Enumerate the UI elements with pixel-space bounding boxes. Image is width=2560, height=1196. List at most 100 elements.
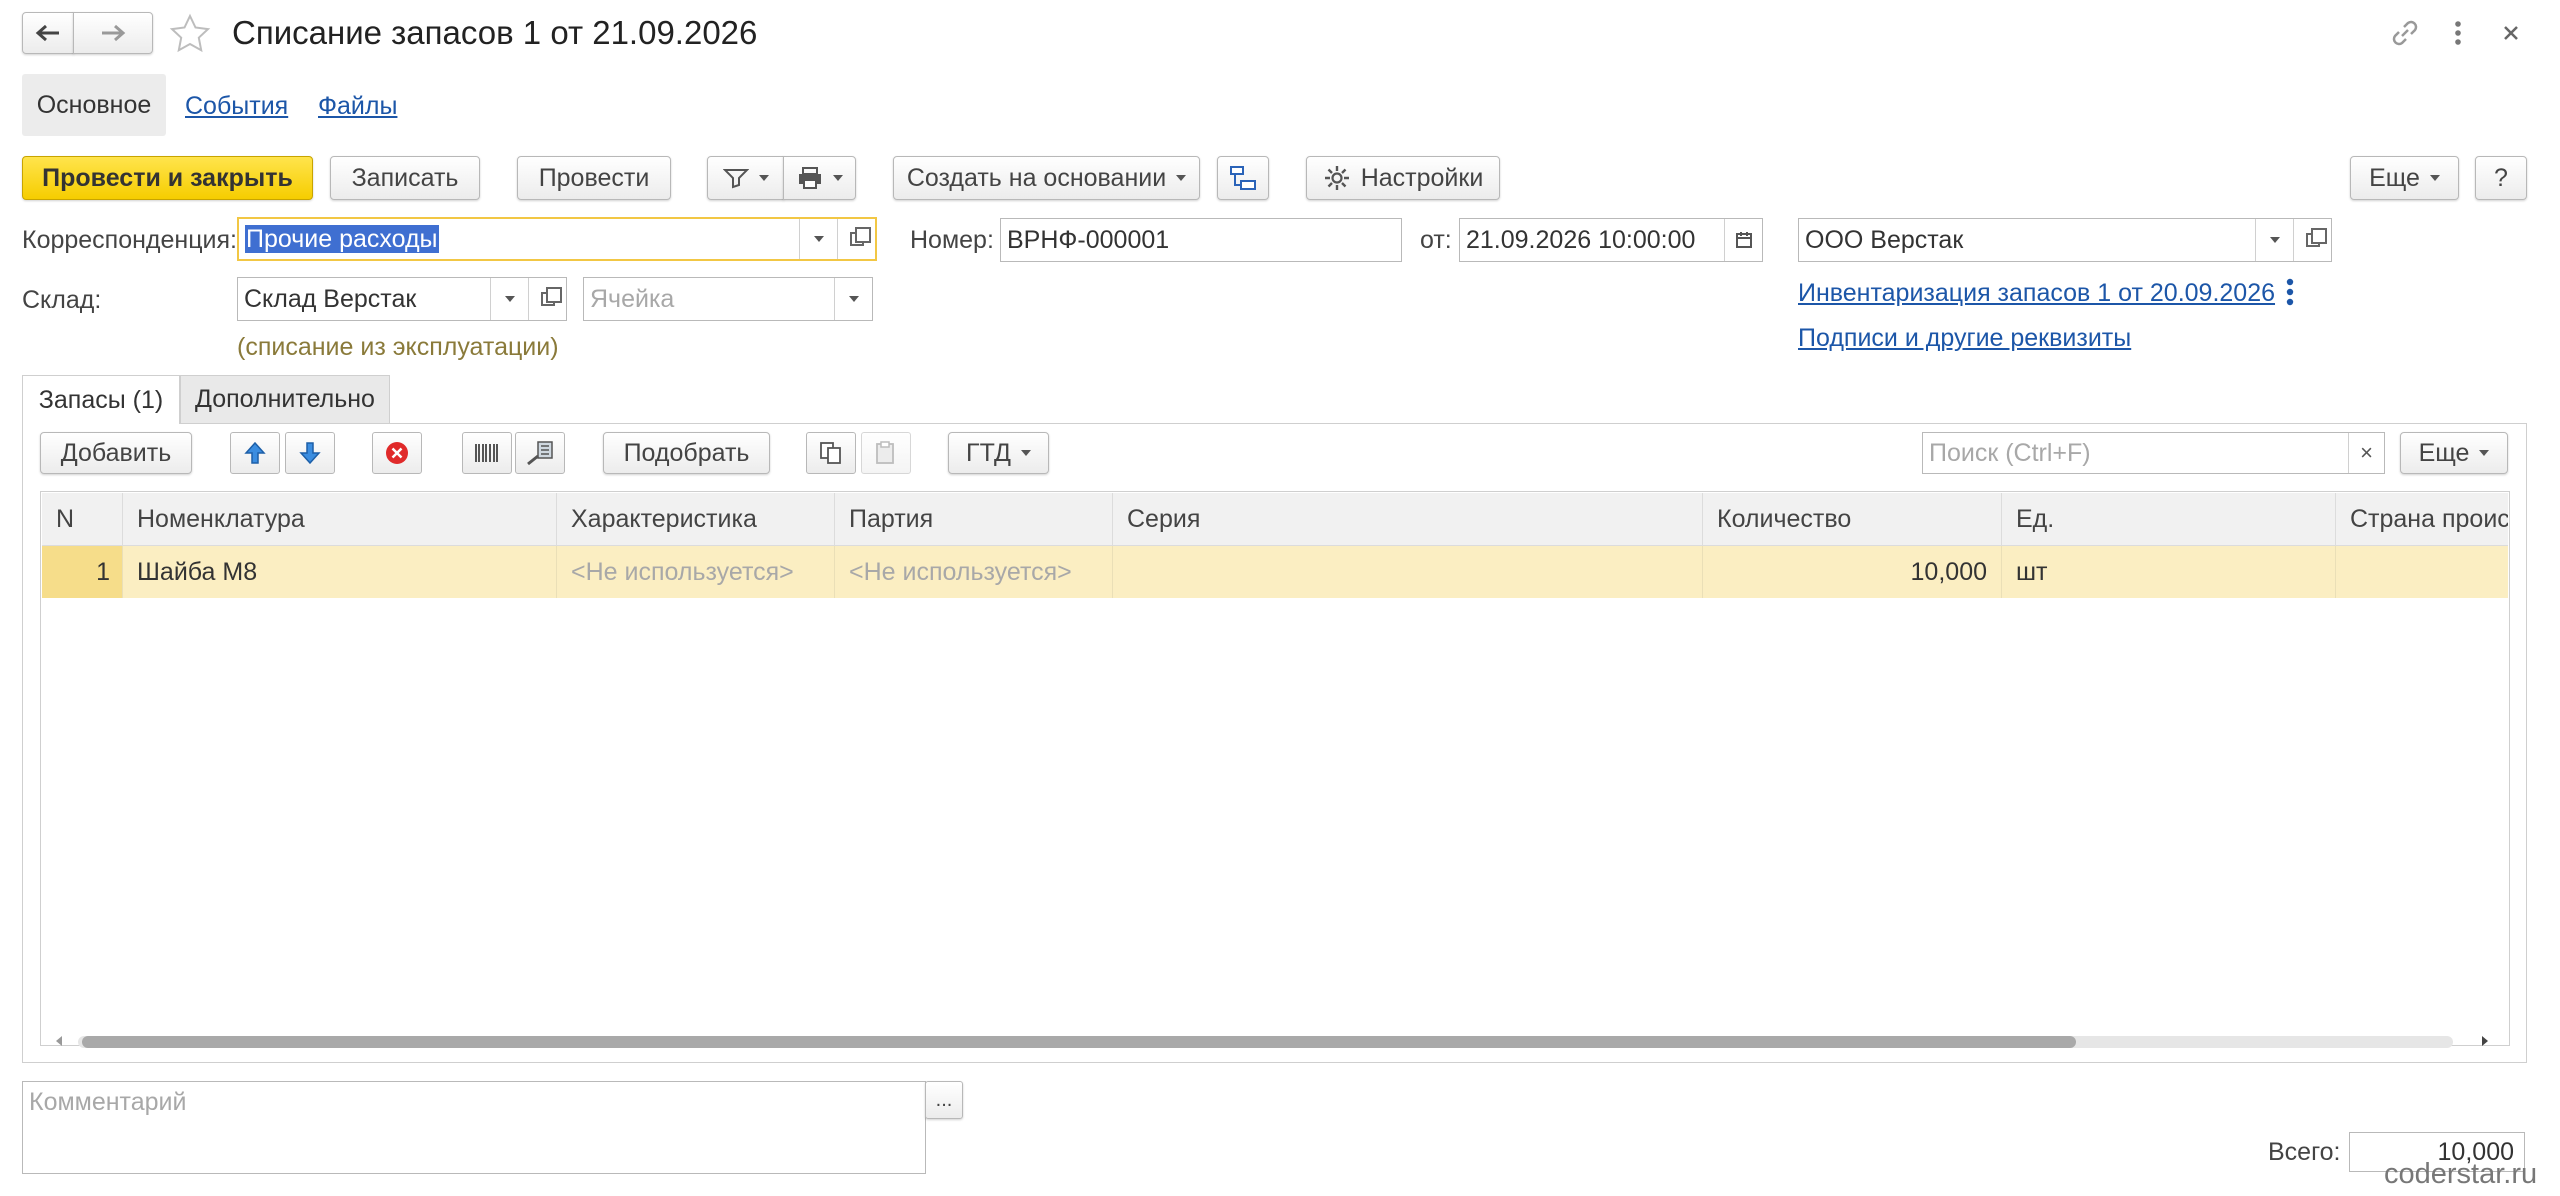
forward-button[interactable] [73, 12, 153, 54]
cell-quantity[interactable]: 10,000 [1703, 546, 2002, 598]
tab-additional-label: Дополнительно [195, 385, 375, 413]
settings-label: Настройки [1360, 163, 1484, 192]
warehouse-field[interactable]: Склад Верстак [237, 277, 567, 321]
open-icon [540, 287, 562, 306]
paste-icon [876, 441, 894, 464]
barcode-icon [475, 444, 498, 462]
ellipsis-label: ... [935, 1088, 953, 1111]
cell-placeholder: Ячейка [590, 284, 675, 313]
paste-button[interactable] [861, 432, 911, 474]
col-header-nomenclature[interactable]: Номенклатура [123, 493, 557, 546]
pick-button[interactable]: Подобрать [603, 432, 770, 474]
search-clear-button[interactable]: × [2348, 433, 2384, 473]
arrow-down-icon [299, 442, 321, 465]
col-header-unit[interactable]: Ед. [2002, 493, 2336, 546]
comment-expand-button[interactable]: ... [925, 1081, 963, 1119]
table-header: N Номенклатура Характеристика Партия Сер… [42, 493, 2508, 546]
comment-field[interactable]: Комментарий [22, 1081, 926, 1174]
table-more-button[interactable]: Еще [2400, 432, 2508, 474]
help-button[interactable]: ? [2475, 156, 2527, 200]
cell-nomenclature[interactable]: Шайба М8 [123, 546, 557, 598]
favorite-star-icon[interactable] [168, 12, 212, 56]
scroll-left-icon[interactable] [54, 1035, 64, 1047]
tab-stock[interactable]: Запасы (1) [22, 375, 180, 424]
cell-series[interactable] [1113, 546, 1703, 598]
col-header-series[interactable]: Серия [1113, 493, 1703, 546]
kebab-menu-icon[interactable] [2280, 276, 2300, 310]
correspondence-dropdown[interactable] [799, 219, 837, 259]
printer-icon [798, 167, 821, 189]
inventory-link[interactable]: Инвентаризация запасов 1 от 20.09.2026 [1798, 279, 2275, 308]
calendar-button[interactable] [1724, 219, 1762, 261]
tab-main[interactable]: Основное [22, 74, 166, 136]
gear-icon [1324, 166, 1349, 190]
delete-row-button[interactable] [372, 432, 422, 474]
organization-dropdown[interactable] [2255, 219, 2293, 261]
print-dropdown-button[interactable] [783, 156, 856, 200]
correspondence-field[interactable]: Прочие расходы [237, 217, 877, 261]
calendar-icon [1735, 232, 1752, 248]
close-icon: × [2360, 440, 2373, 465]
date-field[interactable]: 21.09.2026 10:00:00 [1459, 218, 1763, 262]
cell-characteristic[interactable]: <Не используется> [557, 546, 835, 598]
pick-label: Подобрать [623, 438, 750, 467]
save-button[interactable]: Записать [330, 156, 480, 200]
help-label: ? [2494, 163, 2508, 192]
scroll-right-icon[interactable] [2480, 1035, 2490, 1047]
chevron-down-icon [1176, 175, 1187, 181]
table-row[interactable]: 1 Шайба М8 <Не используется> <Не использ… [42, 546, 2508, 598]
cell-unit[interactable]: шт [2002, 546, 2336, 598]
search-input[interactable]: Поиск (Ctrl+F) × [1922, 432, 2385, 474]
open-icon [2305, 228, 2327, 247]
arrow-left-icon [35, 24, 59, 42]
create-based-on-button[interactable]: Создать на основании [893, 156, 1200, 200]
post-button[interactable]: Провести [517, 156, 671, 200]
col-header-country[interactable]: Страна происх [2336, 493, 2508, 546]
organization-open[interactable] [2293, 219, 2331, 261]
add-label: Добавить [60, 438, 172, 467]
move-down-button[interactable] [285, 432, 335, 474]
kebab-menu-icon[interactable] [2448, 16, 2468, 50]
gtd-dropdown-button[interactable]: ГТД [948, 432, 1049, 474]
add-button[interactable]: Добавить [40, 432, 192, 474]
horizontal-scrollbar[interactable] [48, 1030, 2494, 1052]
cell-country[interactable] [2336, 546, 2508, 598]
save-label: Записать [351, 163, 459, 192]
tab-events[interactable]: События [185, 92, 288, 121]
signatures-link[interactable]: Подписи и другие реквизиты [1798, 324, 2131, 353]
back-button[interactable] [22, 12, 74, 54]
cell-batch[interactable]: <Не используется> [835, 546, 1113, 598]
organization-value: ООО Верстак [1805, 225, 1964, 254]
correspondence-open[interactable] [837, 219, 875, 259]
warehouse-dropdown[interactable] [490, 278, 528, 320]
hierarchy-icon [1230, 166, 1256, 190]
link-icon[interactable] [2388, 16, 2422, 50]
col-header-n[interactable]: N [42, 493, 123, 546]
number-field[interactable]: ВРНФ-000001 [1000, 218, 1402, 262]
scrollbar-thumb[interactable] [82, 1036, 2076, 1048]
cell-dropdown[interactable] [834, 278, 872, 320]
date-label: от: [1420, 226, 1452, 254]
settings-button[interactable]: Настройки [1306, 156, 1500, 200]
barcode-button[interactable] [462, 432, 512, 474]
copy-button[interactable] [806, 432, 856, 474]
col-header-characteristic[interactable]: Характеристика [557, 493, 835, 546]
delete-icon [386, 442, 408, 464]
close-icon[interactable] [2498, 18, 2524, 48]
chevron-down-icon [504, 296, 515, 302]
col-header-quantity[interactable]: Количество [1703, 493, 2002, 546]
move-up-button[interactable] [230, 432, 280, 474]
structure-button[interactable] [1217, 156, 1269, 200]
warehouse-open[interactable] [528, 278, 566, 320]
cell-field[interactable]: Ячейка [583, 277, 873, 321]
post-and-close-button[interactable]: Провести и закрыть [22, 156, 313, 200]
filter-dropdown-button[interactable] [707, 156, 784, 200]
more-button[interactable]: Еще [2350, 156, 2459, 200]
cell-n[interactable]: 1 [42, 546, 123, 598]
col-header-batch[interactable]: Партия [835, 493, 1113, 546]
tab-additional[interactable]: Дополнительно [180, 375, 390, 423]
tab-files[interactable]: Файлы [318, 92, 397, 121]
scanner-button[interactable] [515, 432, 565, 474]
organization-field[interactable]: ООО Верстак [1798, 218, 2332, 262]
post-and-close-label: Провести и закрыть [42, 163, 293, 192]
